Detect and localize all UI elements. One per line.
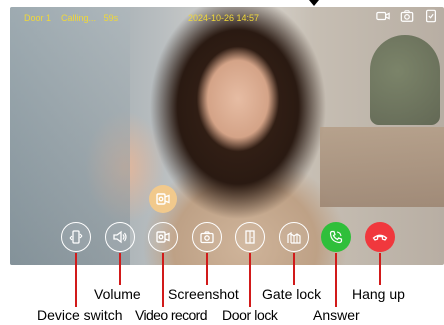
device-switch-button[interactable] <box>61 222 91 252</box>
leader-line <box>119 253 121 285</box>
hang-up-icon <box>372 234 388 241</box>
video-record-icon <box>156 193 170 205</box>
pointer-arrow-icon <box>309 0 319 6</box>
leader-line <box>379 253 381 285</box>
volume-button[interactable] <box>105 222 135 252</box>
door-lock-callout: Door lock <box>222 307 278 323</box>
video-record-callout: Video record <box>135 307 208 323</box>
video-icon[interactable] <box>376 9 390 28</box>
leader-line <box>249 253 251 307</box>
answer-callout: Answer <box>313 307 360 323</box>
volume-callout: Volume <box>94 286 141 302</box>
speaker-icon <box>113 230 127 244</box>
leader-line <box>75 253 77 307</box>
video-record-button[interactable] <box>148 222 178 252</box>
gate-lock-callout: Gate lock <box>262 286 322 302</box>
phone-icon <box>329 230 343 244</box>
gate-lock-button[interactable] <box>279 222 309 252</box>
hang-up-callout: Hang up <box>352 286 405 302</box>
device-switch-icon <box>69 230 83 244</box>
date-time: 2024-10-26 14:57 <box>188 13 260 23</box>
leader-line <box>293 253 295 285</box>
background-cabinet <box>320 127 444 207</box>
hang-up-button[interactable] <box>365 222 395 252</box>
call-status: Door 1 Calling... 59s <box>24 13 118 23</box>
floating-record-button[interactable] <box>149 185 177 213</box>
leader-line <box>162 253 164 307</box>
screenshot-button[interactable] <box>192 222 222 252</box>
call-duration: 59s <box>103 13 119 23</box>
top-right-toolbar <box>376 9 438 28</box>
video-record-icon <box>156 231 170 243</box>
camera-icon <box>200 231 214 244</box>
device-switch-callout: Device switch <box>37 307 123 323</box>
leader-line <box>335 253 337 307</box>
call-state: Calling... <box>61 13 97 23</box>
background-plant <box>370 35 440 125</box>
answer-button[interactable] <box>321 222 351 252</box>
door-label: Door 1 <box>24 13 52 23</box>
door-icon <box>245 230 255 244</box>
door-lock-button[interactable] <box>235 222 265 252</box>
gate-icon <box>287 231 301 244</box>
screenshot-callout: Screenshot <box>168 286 239 302</box>
camera-icon[interactable] <box>400 9 414 28</box>
leader-line <box>206 253 208 285</box>
memo-icon[interactable] <box>424 9 438 28</box>
